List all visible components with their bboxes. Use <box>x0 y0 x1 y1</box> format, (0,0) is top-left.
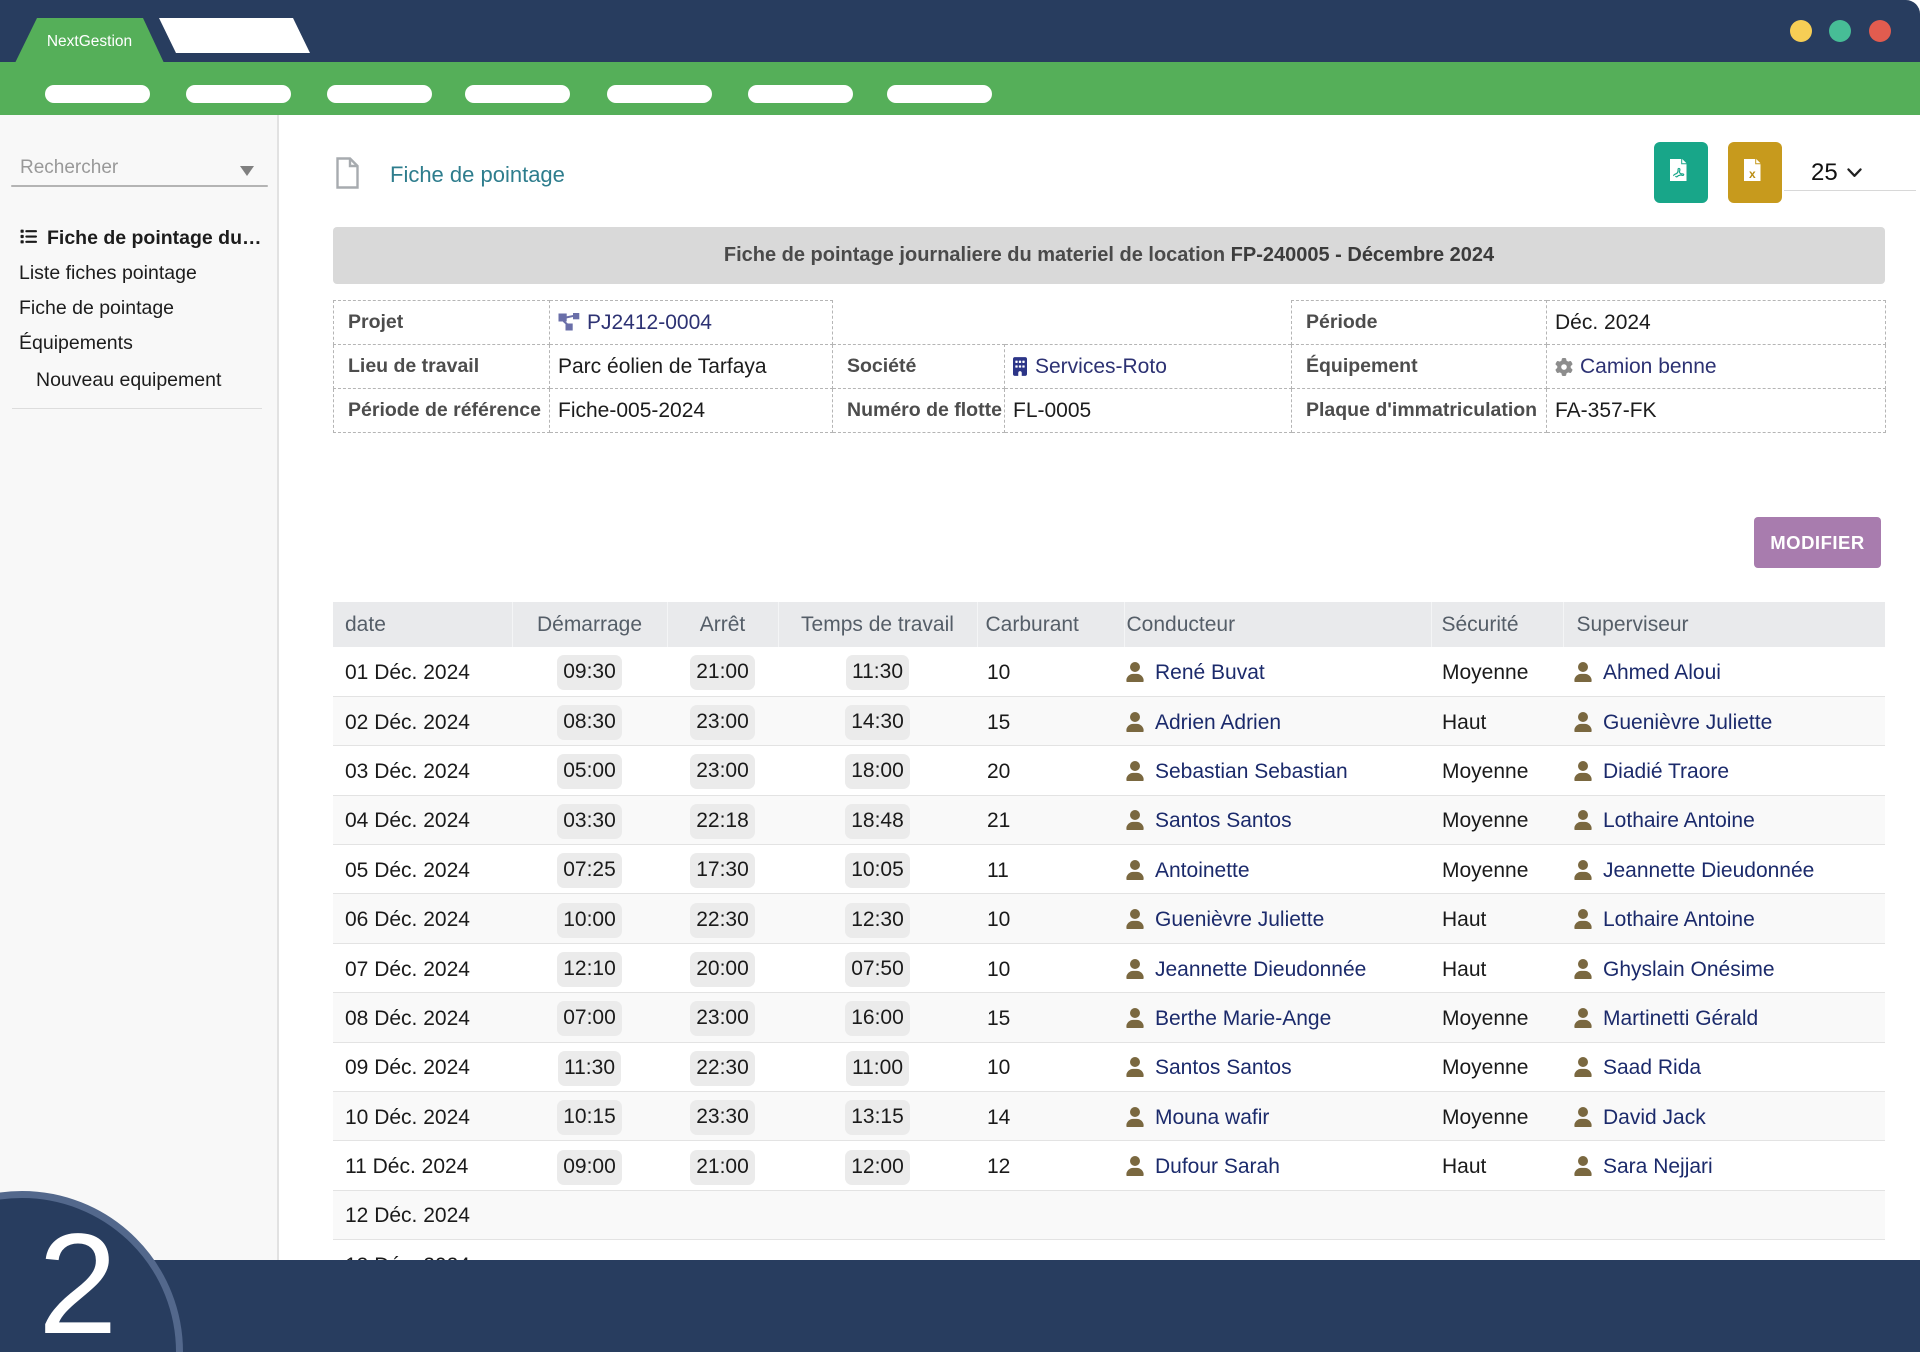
svg-text:x: x <box>1749 167 1756 181</box>
